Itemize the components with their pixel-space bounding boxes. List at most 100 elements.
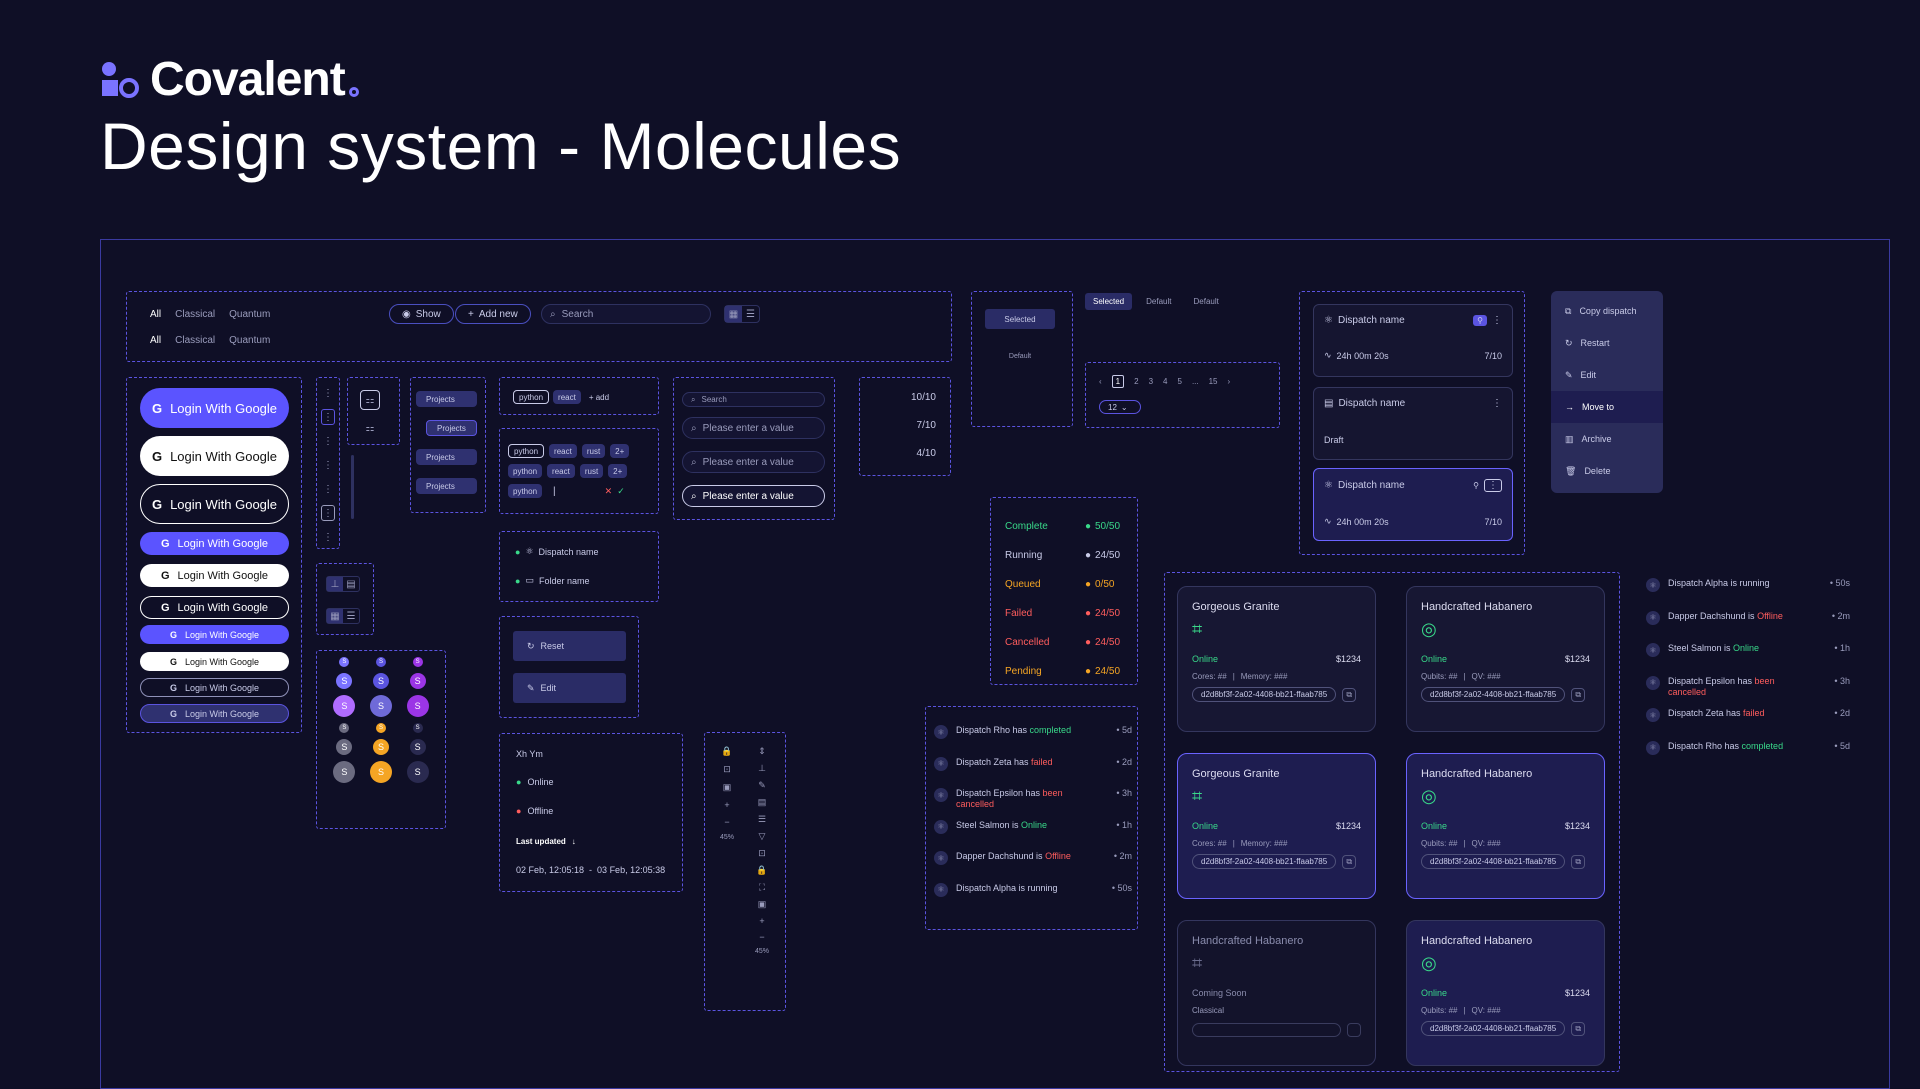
- value-input[interactable]: ⌕ Please enter a value: [682, 451, 825, 473]
- copy-icon[interactable]: ⧉: [1571, 687, 1586, 702]
- tag[interactable]: 2+: [610, 444, 630, 458]
- page-link[interactable]: 2: [1134, 377, 1138, 386]
- apps-icon[interactable]: ⚏: [360, 390, 380, 410]
- add-new-button[interactable]: + Add new: [455, 304, 531, 324]
- filter-all[interactable]: All: [150, 309, 161, 320]
- menu-item-move-to[interactable]: → Move to: [1551, 391, 1663, 423]
- apps-icon[interactable]: ⚏: [360, 418, 380, 438]
- check-icon[interactable]: ✓: [617, 486, 625, 497]
- image-icon[interactable]: ▣: [723, 782, 732, 793]
- login-google-button[interactable]: G Login With Google: [140, 596, 289, 619]
- tag[interactable]: react: [549, 444, 577, 458]
- page-link[interactable]: 15: [1209, 377, 1218, 386]
- chevron-right-icon[interactable]: ›: [1228, 377, 1231, 386]
- tree-item-folder[interactable]: ● ▭ Folder name: [515, 575, 589, 586]
- activity-item[interactable]: ⚛ Dapper Dachshund is Offline • 2m: [934, 851, 1132, 883]
- more-vertical-icon[interactable]: ⋮: [321, 505, 335, 521]
- login-google-button[interactable]: G Login With Google: [140, 652, 289, 671]
- page-link[interactable]: 5: [1177, 377, 1181, 386]
- activity-item[interactable]: ⚛ Dispatch Epsilon has been cancelled • 3h: [1646, 675, 1850, 709]
- reset-button[interactable]: ↻ Reset: [513, 631, 626, 661]
- zoom-in-icon[interactable]: +: [759, 916, 764, 926]
- text-cursor[interactable]: |: [553, 486, 556, 497]
- search-input[interactable]: ⌕ Search: [682, 392, 825, 407]
- activity-item[interactable]: ⚛ Dispatch Rho has completed • 5d: [1646, 740, 1850, 774]
- status-offline[interactable]: ● Offline: [516, 806, 553, 816]
- show-button[interactable]: ◉ Show: [389, 304, 454, 324]
- tag[interactable]: rust: [581, 444, 606, 458]
- copy-icon[interactable]: ⧉: [1342, 854, 1357, 869]
- more-vertical-icon[interactable]: ⋮: [323, 457, 333, 473]
- project-item[interactable]: Projects: [416, 478, 477, 494]
- more-vertical-icon[interactable]: ⋮: [323, 385, 333, 401]
- copy-icon[interactable]: ⧉: [1571, 854, 1586, 869]
- chevron-left-icon[interactable]: ‹: [1099, 377, 1102, 386]
- activity-item[interactable]: ⚛ Steel Salmon is Online • 1h: [1646, 643, 1850, 676]
- pin-icon[interactable]: ⚲: [1473, 481, 1479, 490]
- status-online[interactable]: ● Online: [516, 777, 553, 787]
- more-vertical-icon[interactable]: ⋮: [321, 409, 335, 425]
- add-tag-button[interactable]: + add: [589, 393, 609, 402]
- table-icon[interactable]: ▤: [343, 577, 359, 591]
- tree-icon[interactable]: ⊥: [327, 577, 343, 591]
- activity-item[interactable]: ⚛ Dapper Dachshund is Offline • 2m: [1646, 610, 1850, 644]
- resource-card-selected[interactable]: Handcrafted Habanero ◎ Online $1234 Qubit…: [1406, 753, 1605, 899]
- search-input[interactable]: ⌕ Search: [541, 304, 711, 324]
- pen-icon[interactable]: ✎: [758, 780, 766, 791]
- more-vertical-icon[interactable]: ⋮: [1492, 315, 1502, 326]
- tag[interactable]: python: [508, 444, 545, 458]
- login-google-button[interactable]: G Login With Google: [140, 564, 289, 587]
- tag[interactable]: python: [508, 464, 543, 478]
- last-updated-sort[interactable]: Last updated ↓: [516, 837, 576, 846]
- zoom-in-icon[interactable]: +: [724, 800, 729, 810]
- project-item[interactable]: Projects: [426, 420, 477, 436]
- resource-card[interactable]: Gorgeous Granite ⌗ Online $1234 Cores: ##…: [1177, 586, 1376, 732]
- login-google-button[interactable]: G Login With Google: [140, 678, 289, 697]
- lock-icon[interactable]: 🔒: [721, 746, 732, 757]
- tag[interactable]: python: [513, 390, 550, 404]
- filter-all[interactable]: All: [150, 335, 161, 346]
- page-current[interactable]: 1: [1111, 375, 1125, 388]
- login-google-button[interactable]: G Login With Google: [140, 388, 289, 428]
- filter-segment-2[interactable]: All Classical Quantum: [150, 335, 270, 346]
- zoom-out-icon[interactable]: −: [759, 932, 764, 942]
- login-google-button[interactable]: G Login With Google: [140, 436, 289, 476]
- scrollbar[interactable]: [351, 455, 354, 519]
- activity-item[interactable]: ⚛ Dispatch Zeta has failed • 2d: [1646, 708, 1850, 741]
- menu-item-archive[interactable]: ▥ Archive: [1551, 423, 1663, 455]
- activity-item[interactable]: ⚛ Dispatch Alpha is running • 50s: [1646, 578, 1850, 611]
- login-google-button[interactable]: G Login With Google: [140, 532, 289, 555]
- login-google-button[interactable]: G Login With Google: [140, 625, 289, 644]
- list-view-icon[interactable]: ☰: [742, 306, 759, 322]
- filter-classical[interactable]: Classical: [175, 309, 215, 320]
- login-google-button[interactable]: G Login With Google: [140, 704, 289, 723]
- close-icon[interactable]: ✕: [605, 486, 613, 497]
- resource-card[interactable]: Handcrafted Habanero ◎ Online $1234 Qubit…: [1406, 586, 1605, 732]
- more-vertical-icon[interactable]: ⋮: [1492, 398, 1502, 409]
- more-vertical-icon[interactable]: ⋮: [1484, 479, 1502, 492]
- layers-icon[interactable]: ☰: [758, 814, 766, 825]
- menu-item-restart[interactable]: ↻ Restart: [1551, 327, 1663, 359]
- selector-default[interactable]: Default: [985, 348, 1055, 364]
- view-toggle[interactable]: ▦ ☰: [724, 305, 760, 323]
- tab-default[interactable]: Default: [1138, 293, 1179, 310]
- filter-classical[interactable]: Classical: [175, 335, 215, 346]
- per-page-select[interactable]: 12 ⌄: [1099, 400, 1141, 414]
- copy-icon[interactable]: ⧉: [1342, 687, 1357, 702]
- menu-item-copy-dispatch[interactable]: ⧉ Copy dispatch: [1551, 295, 1663, 327]
- layout-toggle[interactable]: ▦ ☰: [326, 608, 360, 624]
- menu-item-edit[interactable]: ✎ Edit: [1551, 359, 1663, 391]
- tab-default[interactable]: Default: [1186, 293, 1227, 310]
- resource-card-selected[interactable]: Gorgeous Granite ⌗ Online $1234 Cores: ##…: [1177, 753, 1376, 899]
- filter-quantum[interactable]: Quantum: [229, 309, 270, 320]
- activity-item[interactable]: ⚛ Dispatch Epsilon has been cancelled • 3h: [934, 788, 1132, 820]
- tag[interactable]: react: [553, 390, 581, 404]
- lock-icon[interactable]: 🔒: [756, 865, 767, 876]
- filter-icon[interactable]: ▽: [759, 831, 766, 842]
- value-input[interactable]: ⌕ Please enter a value: [682, 417, 825, 439]
- fullscreen-icon[interactable]: ⛶: [759, 882, 765, 893]
- activity-item[interactable]: ⚛ Steel Salmon is Online • 1h: [934, 819, 1132, 852]
- tab-selected[interactable]: Selected: [1085, 293, 1133, 310]
- image-icon[interactable]: ▣: [758, 899, 767, 910]
- selector-selected[interactable]: Selected: [985, 309, 1055, 329]
